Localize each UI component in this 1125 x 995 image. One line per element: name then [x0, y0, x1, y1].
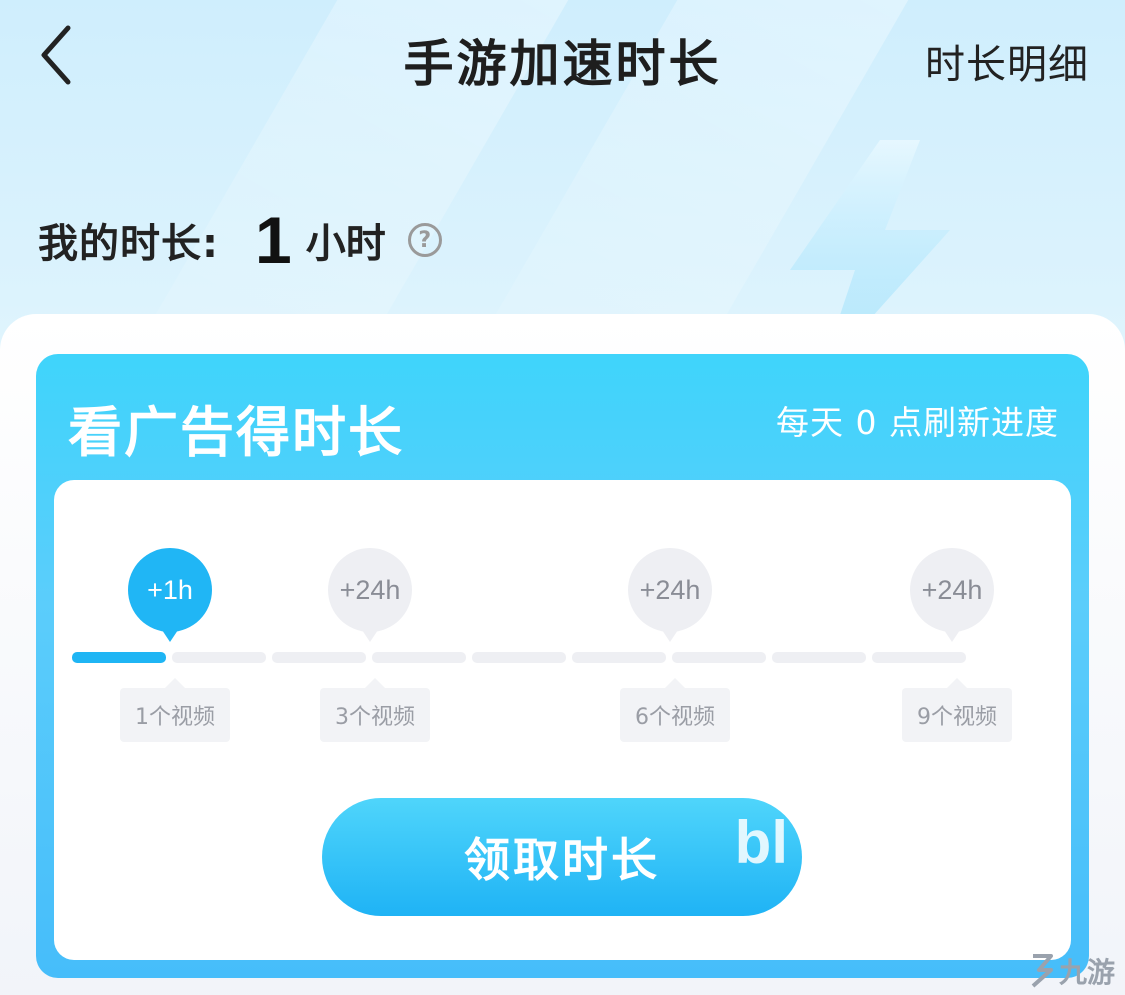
- milestone-bubble: +24h: [628, 548, 712, 642]
- milestone-bubble: +24h: [910, 548, 994, 642]
- refresh-hint: 每天 0 点刷新进度: [776, 403, 1059, 442]
- progress-panel: +1h +24h +24h +24h 1个视频 3个视频 6个视频 9个视频 领…: [54, 480, 1071, 960]
- milestone-bubble: +1h: [128, 548, 212, 642]
- my-duration-unit: 小时: [305, 221, 386, 267]
- my-duration: 我的时长: 1 小时 ?: [38, 200, 442, 280]
- video-count-label: 9个视频: [902, 678, 1012, 742]
- claim-button-badge: bl: [734, 809, 788, 876]
- ad-reward-card: 看广告得时长 每天 0 点刷新进度 +1h +24h +24h +24h 1个视…: [36, 354, 1089, 978]
- watermark: 九游: [1025, 951, 1115, 991]
- card-title: 看广告得时长: [68, 401, 404, 464]
- top-bar: 手游加速时长 时长明细: [0, 0, 1125, 110]
- milestone-bubble: +24h: [328, 548, 412, 642]
- progress-segment: [272, 652, 366, 663]
- claim-duration-button[interactable]: 领取时长 bl: [322, 798, 802, 916]
- progress-segment: [172, 652, 266, 663]
- my-duration-label: 我的时长:: [38, 221, 219, 267]
- my-duration-value: 1: [255, 203, 292, 277]
- claim-button-label: 领取时长: [464, 833, 660, 887]
- duration-detail-link[interactable]: 时长明细: [925, 32, 1089, 90]
- video-count-label: 3个视频: [320, 678, 430, 742]
- watermark-text: 九游: [1058, 956, 1115, 989]
- progress-segment: [772, 652, 866, 663]
- watermark-logo-icon: [1031, 954, 1053, 988]
- progress-segment: [72, 652, 166, 663]
- progress-segment: [672, 652, 766, 663]
- progress-segment: [572, 652, 666, 663]
- video-count-label: 1个视频: [120, 678, 230, 742]
- help-icon[interactable]: ?: [407, 223, 442, 257]
- progress-segment: [372, 652, 466, 663]
- progress-segment: [872, 652, 966, 663]
- progress-segment: [472, 652, 566, 663]
- video-count-label: 6个视频: [620, 678, 730, 742]
